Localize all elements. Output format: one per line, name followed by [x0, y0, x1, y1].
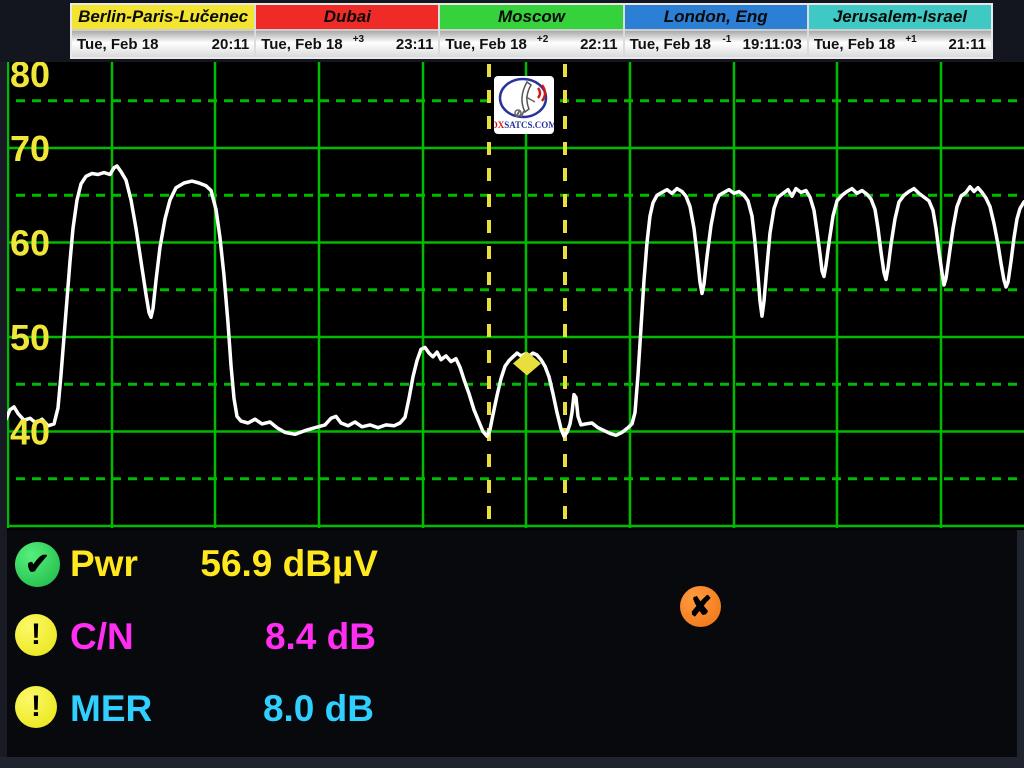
satellite-dish-icon: DXSATCS.COM — [494, 76, 554, 134]
mer-value: 8.0 dB — [120, 688, 374, 730]
clock-column-dubai: Dubai Tue, Feb 18 +3 23:11 — [256, 5, 440, 57]
clock-time: 19:11:03 — [741, 36, 802, 53]
clock-date: Tue, Feb 18 — [445, 36, 528, 53]
clock-date: Tue, Feb 18 — [261, 36, 344, 53]
clock-date: Tue, Feb 18 — [630, 36, 713, 53]
city-name: Dubai — [256, 5, 438, 31]
clock-time: 20:11 — [188, 36, 249, 53]
logo-text-dx: DX — [494, 120, 505, 130]
ber-error-x-icon: ✘ — [680, 586, 721, 627]
analyzer-screen: Berlin-Paris-Lučenec Tue, Feb 18 20:11 D… — [0, 0, 1024, 768]
city-name: Moscow — [440, 5, 622, 31]
city-name: Berlin-Paris-Lučenec — [72, 5, 254, 31]
pwr-ok-check-icon: ✔ — [15, 542, 60, 587]
mer-warning-icon: ! — [15, 686, 57, 728]
clock-time: 22:11 — [557, 36, 618, 53]
world-clock-bar: Berlin-Paris-Lučenec Tue, Feb 18 20:11 D… — [70, 3, 993, 59]
city-name: Jerusalem-Israel — [809, 5, 991, 31]
bottom-frame-strip — [0, 757, 1024, 768]
clock-date: Tue, Feb 18 — [814, 36, 897, 53]
measurement-panel: ✔ Pwr 56.9 dBµV ! C/N 8.4 dB ! MER 8.0 d… — [0, 530, 1024, 758]
clock-column-jerusalem: Jerusalem-Israel Tue, Feb 18 +1 21:11 — [809, 5, 991, 57]
left-frame-strip — [0, 62, 7, 768]
svg-text:50: 50 — [10, 317, 50, 358]
clock-column-berlin: Berlin-Paris-Lučenec Tue, Feb 18 20:11 — [72, 5, 256, 57]
clock-tz-offset: +2 — [529, 34, 557, 45]
clock-tz-offset: -1 — [713, 34, 741, 45]
clock-tz-offset: +1 — [897, 34, 925, 45]
logo-text-rest: SATCS.COM — [504, 120, 554, 130]
svg-text:40: 40 — [10, 412, 50, 453]
svg-text:70: 70 — [10, 128, 50, 169]
svg-text:60: 60 — [10, 223, 50, 264]
clock-date: Tue, Feb 18 — [77, 36, 160, 53]
clock-column-moscow: Moscow Tue, Feb 18 +2 22:11 — [440, 5, 624, 57]
clock-time: 23:11 — [372, 36, 433, 53]
clock-tz-offset: +3 — [345, 34, 373, 45]
dxsatcs-logo: DXSATCS.COM — [494, 76, 554, 134]
cn-value: 8.4 dB — [120, 616, 376, 658]
right-frame-strip — [1017, 530, 1024, 768]
svg-text:80: 80 — [10, 62, 50, 95]
cn-warning-icon: ! — [15, 614, 57, 656]
pwr-value: 56.9 dBµV — [120, 543, 378, 585]
clock-time: 21:11 — [925, 36, 986, 53]
city-name: London, Eng — [625, 5, 807, 31]
svg-text:DXSATCS.COM: DXSATCS.COM — [494, 120, 554, 130]
clock-column-london: London, Eng Tue, Feb 18 -1 19:11:03 — [625, 5, 809, 57]
